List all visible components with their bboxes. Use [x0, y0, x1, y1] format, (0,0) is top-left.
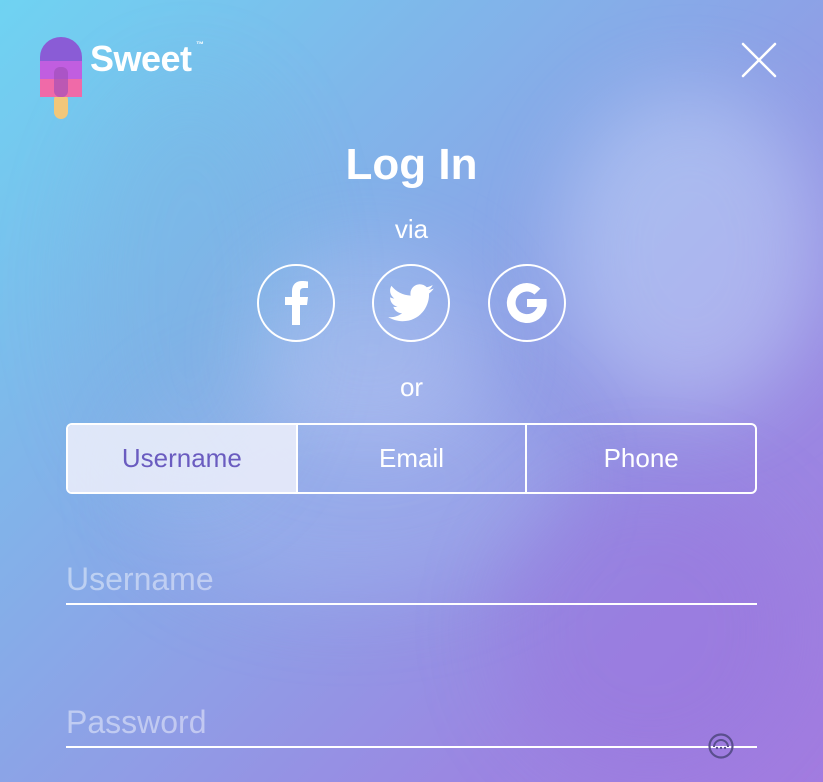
- close-button[interactable]: [740, 41, 778, 79]
- username-field: [66, 559, 757, 605]
- brand-wordmark: Sweet: [90, 38, 192, 79]
- close-icon: [741, 42, 777, 78]
- username-input[interactable]: [66, 559, 757, 599]
- page-title: Log In: [345, 140, 478, 189]
- tab-phone[interactable]: Phone: [525, 425, 755, 492]
- password-input[interactable]: [66, 702, 757, 742]
- brand-name: Sweet ™: [90, 38, 204, 80]
- background-blur: [560, 90, 820, 410]
- eye-icon[interactable]: [707, 732, 735, 760]
- popsicle-icon: [40, 37, 82, 119]
- brand-logo: Sweet ™: [40, 37, 204, 119]
- google-login-button[interactable]: [488, 264, 566, 342]
- password-field: [66, 702, 757, 759]
- login-method-tabs: Username Email Phone: [66, 423, 757, 494]
- login-modal: Sweet ™ Log In via or Username Email Pho…: [0, 0, 823, 782]
- tab-email[interactable]: Email: [295, 425, 526, 492]
- trademark-symbol: ™: [196, 40, 204, 49]
- twitter-login-button[interactable]: [372, 264, 450, 342]
- or-divider-label: or: [399, 372, 424, 402]
- facebook-login-button[interactable]: [257, 264, 335, 342]
- google-icon: [506, 282, 547, 323]
- via-label: via: [394, 214, 429, 244]
- twitter-icon: [388, 284, 434, 322]
- facebook-icon: [285, 281, 308, 325]
- tab-username[interactable]: Username: [68, 425, 296, 492]
